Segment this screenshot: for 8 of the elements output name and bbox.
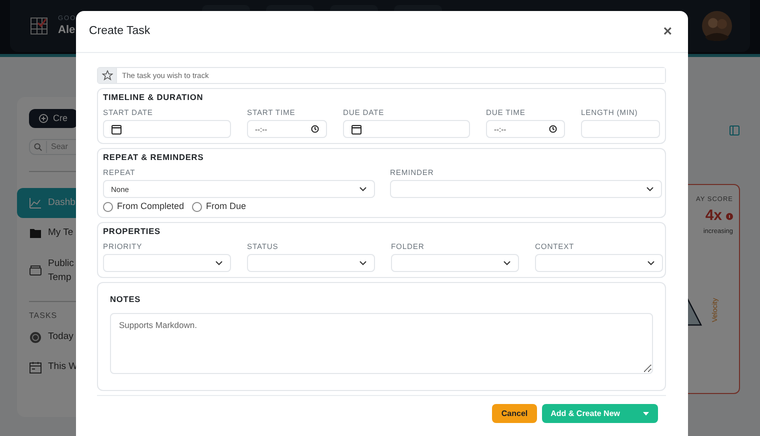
sidebar-heading: TASKS (29, 310, 58, 322)
section-title: TIMELINE & DURATION (103, 93, 204, 103)
score-value: 4x (705, 206, 722, 226)
section-title: PROPERTIES (103, 226, 160, 237)
section-title: NOTES (110, 294, 141, 305)
section-title: REPEAT & REMINDERS (103, 153, 204, 164)
user-name: Ale (58, 23, 76, 38)
modal-title: Create Task (89, 24, 150, 39)
